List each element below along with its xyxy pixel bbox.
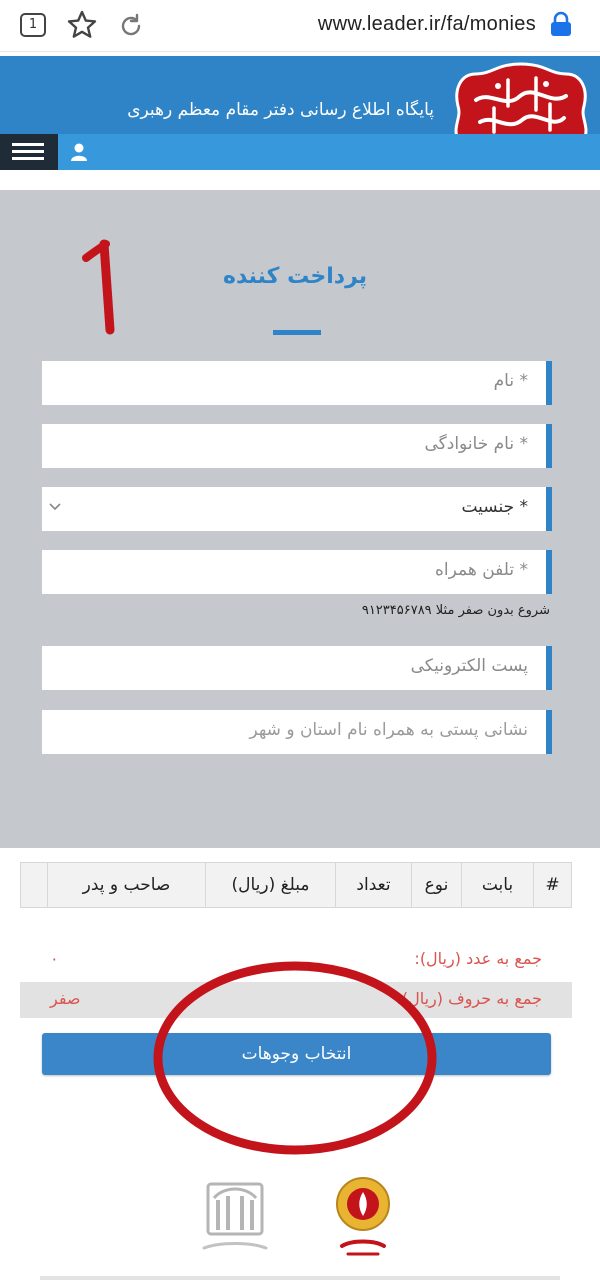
- mobile-hint: شروع بدون صفر مثلا ۹۱۲۳۴۵۶۷۸۹: [361, 603, 550, 618]
- table-header-cell: [21, 863, 47, 907]
- bank-pasargad-logo[interactable]: [190, 1170, 280, 1260]
- first-name-placeholder: * نام: [493, 371, 528, 391]
- total-numeric-row: جمع به عدد (ریال): ۰: [20, 942, 572, 978]
- funds-table-header: # بابت نوع تعداد مبلغ (ریال) صاحب و پدر: [20, 862, 572, 908]
- mobile-phone-field[interactable]: * تلفن همراه: [42, 550, 552, 594]
- tab-count-button[interactable]: 1: [20, 13, 46, 37]
- first-name-field[interactable]: * نام: [42, 361, 552, 405]
- select-funds-button[interactable]: انتخاب وجوهات: [42, 1033, 551, 1075]
- table-header-cell: #: [533, 863, 571, 907]
- heading-underline: [273, 330, 321, 335]
- chevron-down-icon: [49, 503, 61, 511]
- lock-icon: [551, 11, 571, 36]
- last-name-placeholder: * نام خانوادگی: [424, 434, 528, 454]
- address-bar-url[interactable]: www.leader.ir/fa/monies: [318, 13, 536, 36]
- table-header-cell: نوع: [411, 863, 461, 907]
- navbar: [0, 134, 600, 170]
- table-header-cell: تعداد: [335, 863, 411, 907]
- site-title: پایگاه اطلاع رسانی دفتر مقام معظم رهبری: [127, 100, 434, 120]
- gender-selected-value: * جنسیت: [461, 497, 528, 517]
- total-numeric-label: جمع به عدد (ریال):: [414, 949, 542, 968]
- gender-select[interactable]: * جنسیت: [42, 487, 552, 531]
- browser-toolbar: 1 www.leader.ir/fa/monies: [0, 0, 600, 52]
- last-name-field[interactable]: * نام خانوادگی: [42, 424, 552, 468]
- address-field[interactable]: نشانی پستی به همراه نام استان و شهر: [42, 710, 552, 754]
- total-words-row: جمع به حروف (ریال): صفر: [20, 982, 572, 1018]
- total-words-label: جمع به حروف (ریال):: [396, 989, 542, 1008]
- annotation-number-one: [82, 239, 115, 335]
- total-words-value: صفر: [50, 989, 81, 1008]
- table-header-cell: صاحب و پدر: [47, 863, 205, 907]
- address-placeholder: نشانی پستی به همراه نام استان و شهر: [249, 720, 528, 740]
- payer-heading: پرداخت کننده: [222, 264, 368, 289]
- bookmark-star-icon[interactable]: [66, 9, 98, 41]
- email-placeholder: پست الکترونیکی: [410, 656, 528, 676]
- table-header-cell: بابت: [461, 863, 533, 907]
- mobile-phone-placeholder: * تلفن همراه: [434, 560, 528, 580]
- footer-divider: [40, 1276, 560, 1280]
- user-icon[interactable]: [70, 142, 88, 162]
- email-field[interactable]: پست الکترونیکی: [42, 646, 552, 690]
- total-numeric-value: ۰: [50, 949, 59, 968]
- hamburger-menu-button[interactable]: [0, 134, 58, 170]
- bank-melli-logo[interactable]: [328, 1170, 398, 1260]
- reload-icon[interactable]: [116, 11, 146, 41]
- table-header-cell: مبلغ (ریال): [205, 863, 335, 907]
